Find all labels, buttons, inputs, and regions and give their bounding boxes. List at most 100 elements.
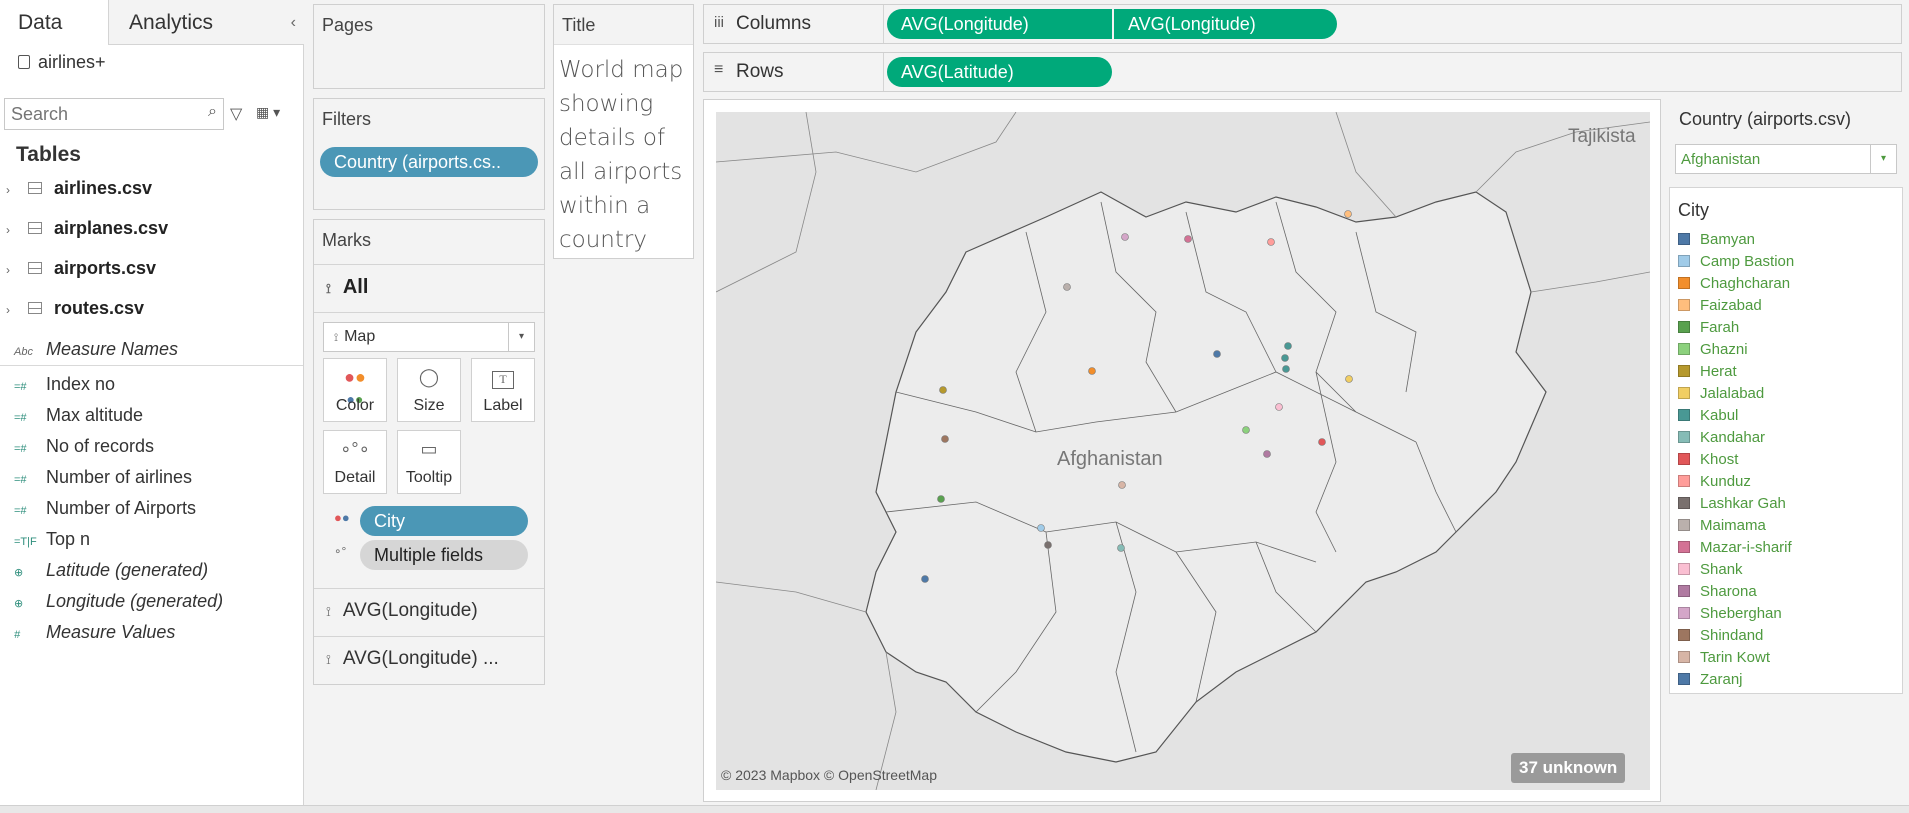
- legend-swatch: [1678, 431, 1690, 443]
- legend-item[interactable]: Kandahar: [1678, 429, 1765, 446]
- expand-icon[interactable]: ›: [6, 223, 20, 237]
- row-pill-latitude[interactable]: AVG(Latitude): [887, 57, 1112, 87]
- legend-item[interactable]: Camp Bastion: [1678, 253, 1794, 270]
- point-kabul[interactable]: [1284, 342, 1292, 350]
- tab-analytics[interactable]: Analytics ‹: [108, 0, 304, 45]
- table-item-airlines[interactable]: › airlines.csv: [6, 178, 152, 199]
- size-button[interactable]: ◯ Size: [397, 358, 461, 422]
- point-mazar-i-sharif[interactable]: [1184, 235, 1192, 243]
- point-tarin-kowt[interactable]: [1118, 481, 1126, 489]
- table-item-airports[interactable]: › airports.csv: [6, 258, 156, 279]
- mark-type-dropdown[interactable]: ⟟ Map ▾: [323, 322, 535, 352]
- multiple-fields-pill[interactable]: Multiple fields: [360, 540, 528, 570]
- field-item[interactable]: =# Index no: [14, 374, 115, 395]
- legend-item[interactable]: Khost: [1678, 451, 1738, 468]
- legend-item[interactable]: Faizabad: [1678, 297, 1762, 314]
- layer-longitude-1[interactable]: ⟟ AVG(Longitude): [326, 600, 478, 622]
- field-item[interactable]: =# Max altitude: [14, 405, 143, 426]
- point-shindand[interactable]: [941, 435, 949, 443]
- map-svg: [716, 112, 1650, 790]
- legend-item[interactable]: Maimama: [1678, 517, 1766, 534]
- collapse-pane-icon[interactable]: ‹: [291, 0, 296, 45]
- datasource-item[interactable]: airlines+: [18, 52, 106, 73]
- point-kabul-3[interactable]: [1282, 365, 1290, 373]
- chevron-down-icon[interactable]: ▾: [508, 323, 534, 351]
- point-farah[interactable]: [937, 495, 945, 503]
- point-kunduz[interactable]: [1267, 238, 1275, 246]
- point-zaranj[interactable]: [921, 575, 929, 583]
- point-chaghcharan[interactable]: [1088, 367, 1096, 375]
- color-button[interactable]: ●● ●● Color: [323, 358, 387, 422]
- point-shank[interactable]: [1275, 403, 1283, 411]
- search-icon[interactable]: ⌕: [208, 103, 217, 121]
- detail-button[interactable]: ∘°∘ Detail: [323, 430, 387, 494]
- pages-shelf[interactable]: Pages: [313, 4, 545, 89]
- title-card[interactable]: Title World map showing details of all a…: [553, 4, 694, 259]
- point-lashkar-gah[interactable]: [1044, 541, 1052, 549]
- legend-item[interactable]: Ghazni: [1678, 341, 1748, 358]
- search-input[interactable]: [5, 99, 195, 129]
- filters-shelf[interactable]: Filters Country (airports.cs..: [313, 98, 545, 210]
- city-color-pill[interactable]: City: [360, 506, 528, 536]
- filter-icon[interactable]: ▽: [230, 104, 242, 124]
- label-button[interactable]: T Label: [471, 358, 535, 422]
- expand-icon[interactable]: ›: [6, 263, 20, 277]
- field-item[interactable]: # Measure Values: [14, 622, 175, 643]
- point-khost[interactable]: [1318, 438, 1326, 446]
- point-sharona[interactable]: [1263, 450, 1271, 458]
- field-item[interactable]: ⊕ Longitude (generated): [14, 591, 223, 612]
- view-options-icon[interactable]: ▦ ▾: [256, 104, 280, 121]
- expand-icon[interactable]: ›: [6, 183, 20, 197]
- point-kandahar[interactable]: [1117, 544, 1125, 552]
- point-faizabad[interactable]: [1344, 210, 1352, 218]
- expand-icon[interactable]: ›: [6, 303, 20, 317]
- field-item[interactable]: =# No of records: [14, 436, 154, 457]
- field-measure-names[interactable]: Abc Measure Names: [14, 339, 178, 360]
- point-maimama[interactable]: [1063, 283, 1071, 291]
- legend-item[interactable]: Tarin Kowt: [1678, 649, 1770, 666]
- map-canvas[interactable]: Afghanistan Tajikista © 2023 Mapbox © Op…: [716, 112, 1650, 790]
- legend-item[interactable]: Shank: [1678, 561, 1743, 578]
- tab-data[interactable]: Data: [0, 0, 108, 45]
- chevron-down-icon[interactable]: ▾: [1870, 145, 1896, 173]
- point-camp-bastion[interactable]: [1037, 524, 1045, 532]
- legend-item[interactable]: Lashkar Gah: [1678, 495, 1786, 512]
- field-item[interactable]: ⊕ Latitude (generated): [14, 560, 208, 581]
- title-card-header: Title: [554, 5, 693, 45]
- unknown-indicator[interactable]: 37 unknown: [1511, 753, 1626, 783]
- legend-item[interactable]: Chaghcharan: [1678, 275, 1790, 292]
- point-sheberghan[interactable]: [1121, 233, 1129, 241]
- legend-item[interactable]: Shindand: [1678, 627, 1763, 644]
- legend-item[interactable]: Sharona: [1678, 583, 1757, 600]
- legend-item[interactable]: Kabul: [1678, 407, 1738, 424]
- country-filter-dropdown[interactable]: Afghanistan ▾: [1675, 144, 1897, 174]
- field-item[interactable]: =# Number of airlines: [14, 467, 192, 488]
- column-pill-longitude-2[interactable]: AVG(Longitude): [1114, 9, 1337, 39]
- table-item-airplanes[interactable]: › airplanes.csv: [6, 218, 168, 239]
- layer-longitude-2[interactable]: ⟟ AVG(Longitude) ...: [326, 648, 499, 670]
- legend-item[interactable]: Mazar-i-sharif: [1678, 539, 1792, 556]
- point-ghazni[interactable]: [1242, 426, 1250, 434]
- marks-all-row[interactable]: ⟟ All: [326, 276, 368, 299]
- legend-item[interactable]: Jalalabad: [1678, 385, 1764, 402]
- table-item-routes[interactable]: › routes.csv: [6, 298, 144, 319]
- legend-item[interactable]: Farah: [1678, 319, 1739, 336]
- country-filter-card: Country (airports.csv) Afghanistan ▾: [1669, 99, 1903, 179]
- legend-item[interactable]: Zaranj: [1678, 671, 1743, 688]
- point-jalalabad[interactable]: [1345, 375, 1353, 383]
- filter-pill-country[interactable]: Country (airports.cs..: [320, 147, 538, 177]
- map-attribution[interactable]: © 2023 Mapbox © OpenStreetMap: [721, 767, 937, 783]
- point-kabul-2[interactable]: [1281, 354, 1289, 362]
- legend-item[interactable]: Sheberghan: [1678, 605, 1782, 622]
- rows-shelf[interactable]: ≡ Rows AVG(Latitude): [703, 52, 1902, 92]
- tooltip-button[interactable]: ▭ Tooltip: [397, 430, 461, 494]
- columns-shelf[interactable]: iii Columns AVG(Longitude) AVG(Longitude…: [703, 4, 1902, 44]
- legend-item[interactable]: Herat: [1678, 363, 1737, 380]
- field-item[interactable]: =T|F Top n: [14, 529, 90, 550]
- field-item[interactable]: =# Number of Airports: [14, 498, 196, 519]
- column-pill-longitude-1[interactable]: AVG(Longitude): [887, 9, 1112, 39]
- point-bamyan[interactable]: [1213, 350, 1221, 358]
- legend-item[interactable]: Kunduz: [1678, 473, 1751, 490]
- legend-item[interactable]: Bamyan: [1678, 231, 1755, 248]
- point-herat[interactable]: [939, 386, 947, 394]
